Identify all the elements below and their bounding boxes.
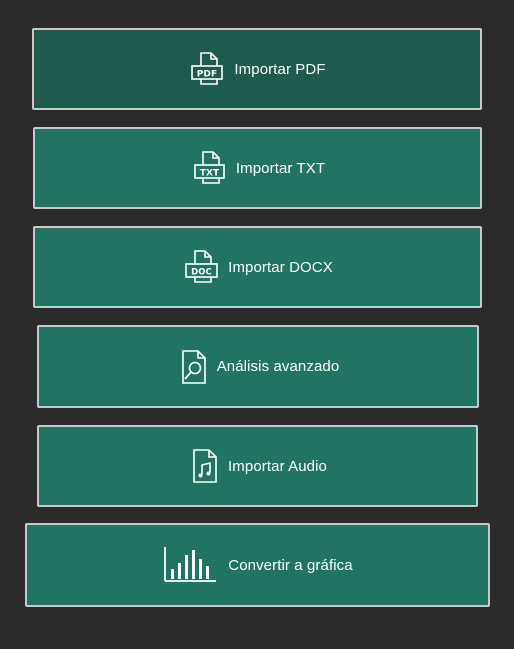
- advanced-analysis-button[interactable]: Análisis avanzado: [37, 325, 479, 408]
- audio-file-icon: [188, 447, 222, 485]
- import-pdf-label: Importar PDF: [234, 60, 326, 78]
- import-txt-button[interactable]: TXT Importar TXT: [33, 127, 482, 209]
- import-docx-label: Importar DOCX: [228, 258, 333, 276]
- convert-to-chart-label: Convertir a gráfica: [228, 556, 353, 574]
- bar-chart-icon: [162, 545, 218, 585]
- svg-text:DOC: DOC: [191, 268, 212, 278]
- import-audio-label: Importar Audio: [228, 457, 327, 475]
- svg-text:TXT: TXT: [200, 169, 220, 179]
- txt-file-icon: TXT: [190, 150, 230, 186]
- import-docx-button[interactable]: DOC Importar DOCX: [33, 226, 482, 308]
- svg-text:PDF: PDF: [197, 70, 218, 80]
- import-txt-label: Importar TXT: [235, 159, 326, 177]
- import-pdf-button[interactable]: PDF Importar PDF: [32, 28, 482, 110]
- import-audio-button[interactable]: Importar Audio: [37, 425, 478, 507]
- file-search-icon: [177, 348, 211, 386]
- convert-to-chart-button[interactable]: Convertir a gráfica: [25, 523, 490, 607]
- advanced-analysis-label: Análisis avanzado: [216, 358, 340, 375]
- docx-file-icon: DOC: [182, 249, 222, 285]
- pdf-file-icon: PDF: [188, 51, 228, 87]
